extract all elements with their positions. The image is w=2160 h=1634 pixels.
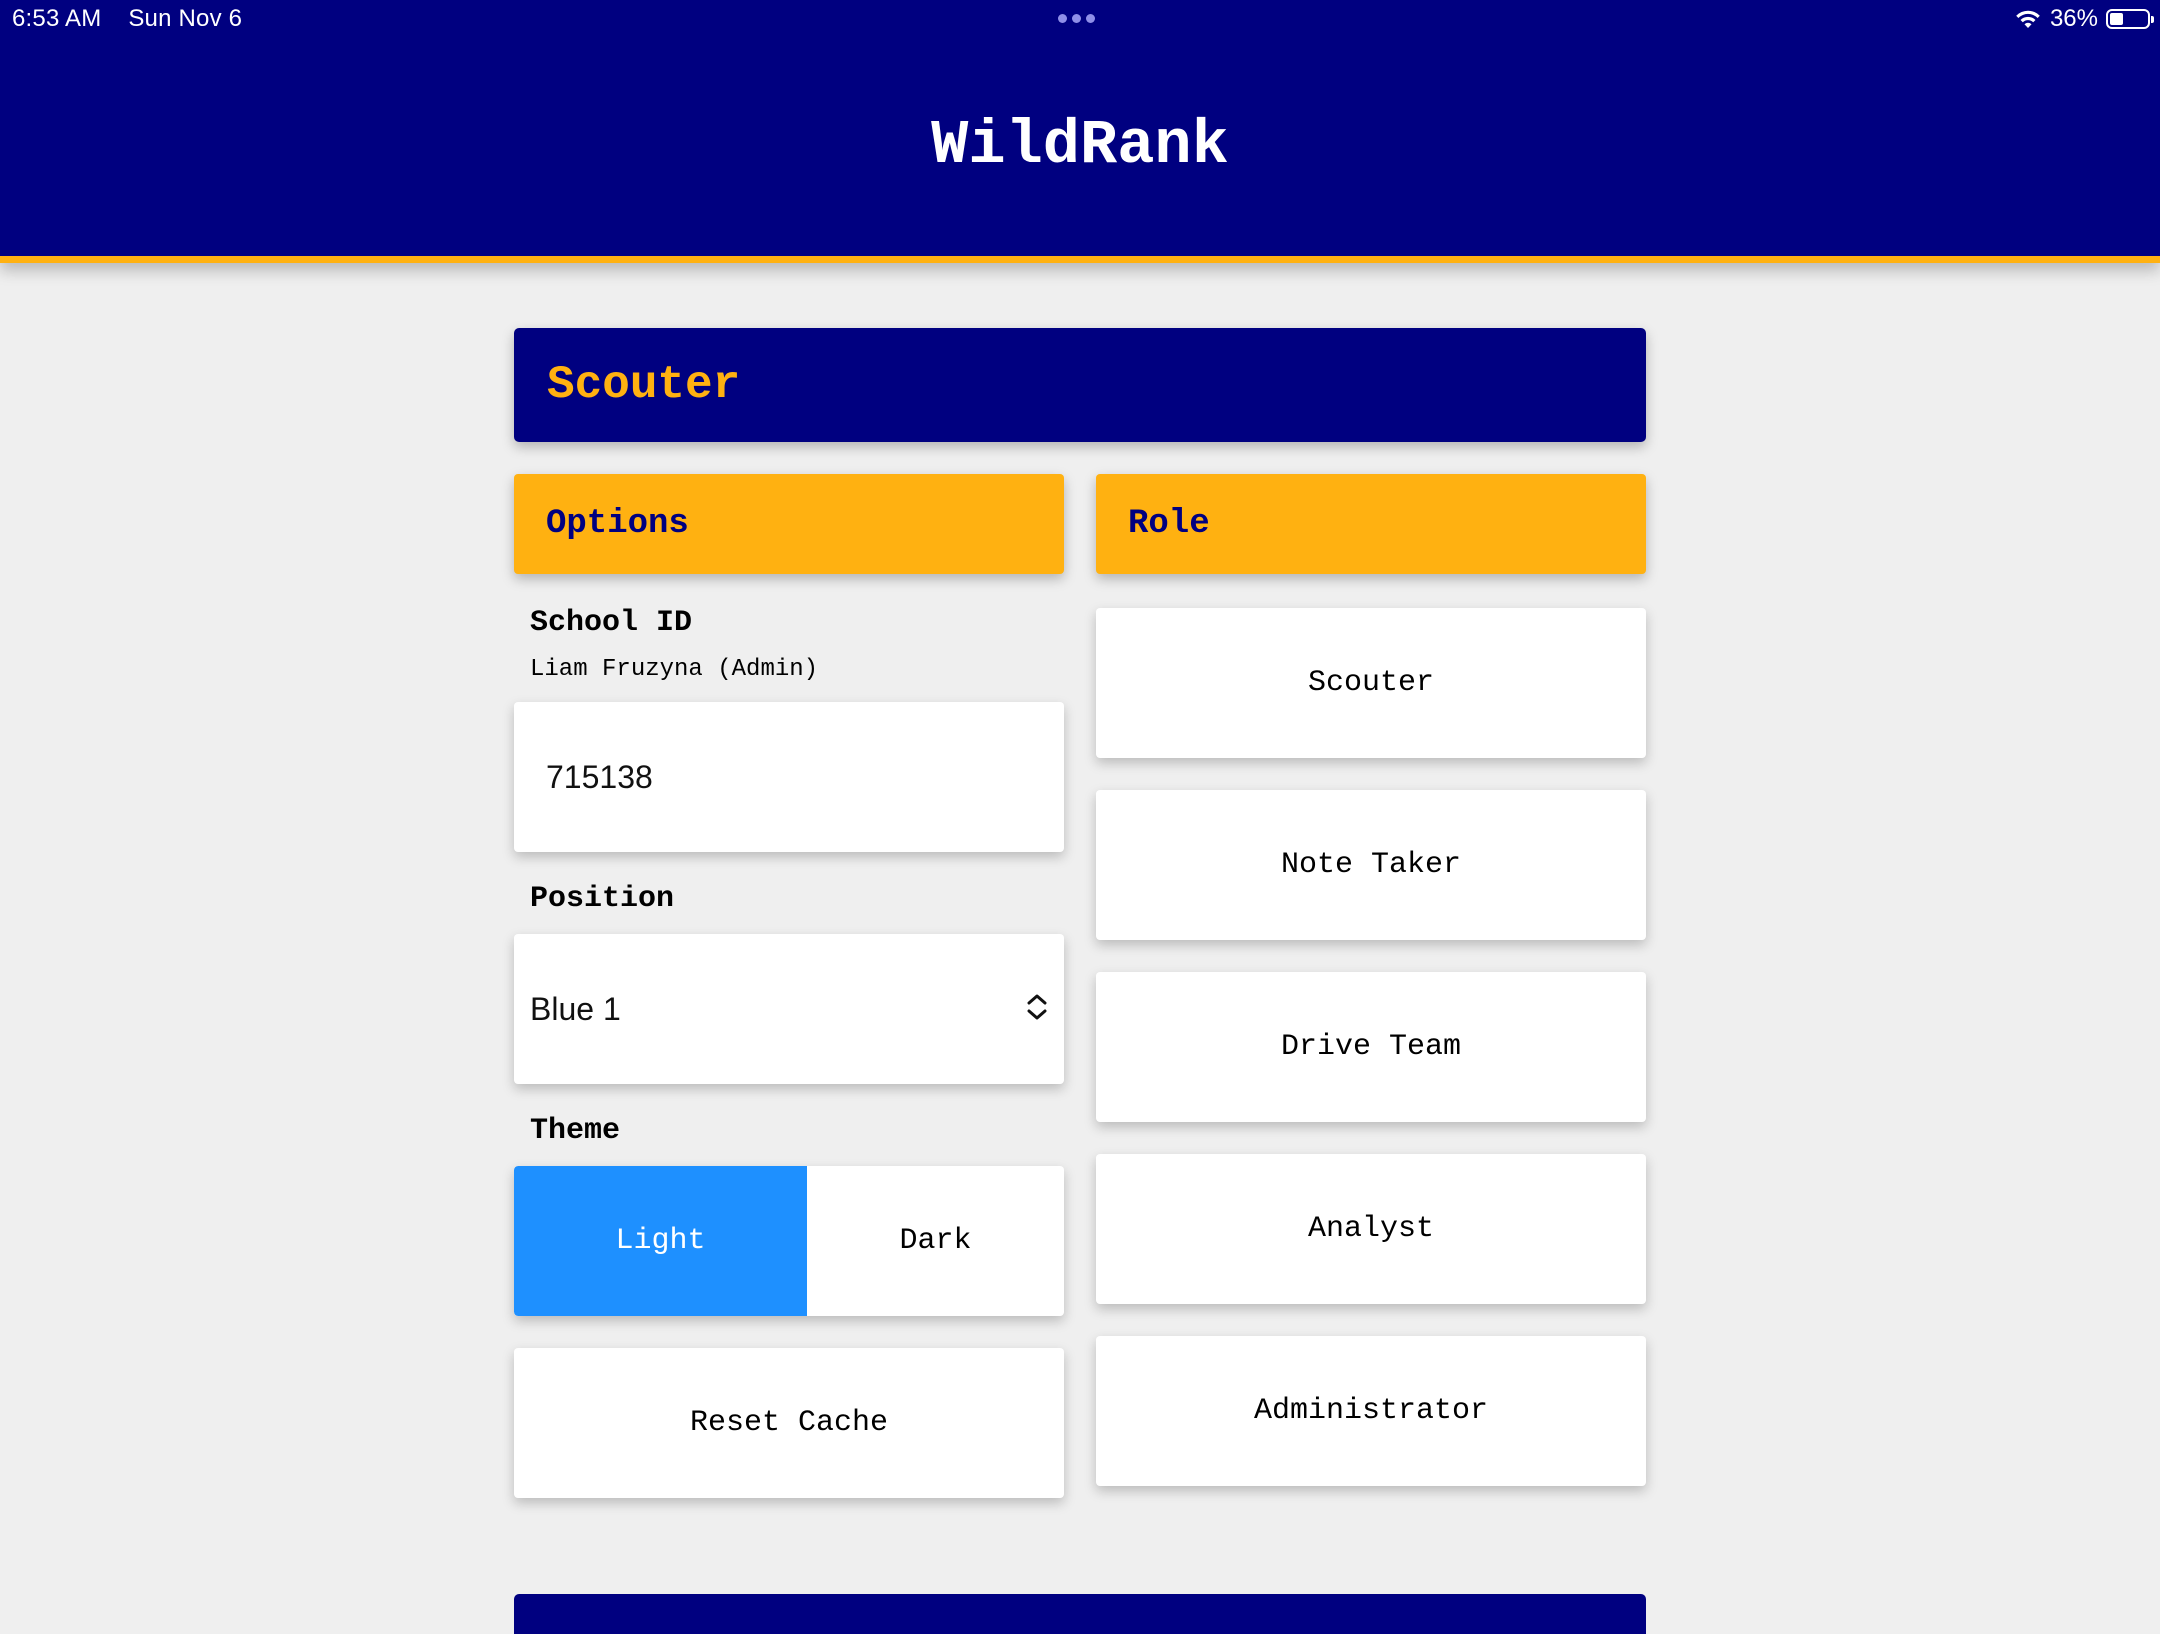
reset-cache-button[interactable]: Reset Cache <box>514 1348 1064 1498</box>
page-title: Scouter <box>514 328 1646 442</box>
position-select[interactable]: Blue 1 <box>514 934 1064 1084</box>
theme-label: Theme <box>530 1114 621 1148</box>
app-title: WildRank <box>931 110 1229 181</box>
school-id-input[interactable] <box>514 702 1064 852</box>
options-header: Options <box>514 474 1064 574</box>
role-analyst-button[interactable]: Analyst <box>1096 1154 1646 1304</box>
status-right: 36% <box>2014 5 2154 33</box>
role-scouter-button[interactable]: Scouter <box>1096 608 1646 758</box>
battery-icon <box>2106 9 2154 29</box>
role-note-taker-button[interactable]: Note Taker <box>1096 790 1646 940</box>
theme-toggle: Light Dark <box>514 1166 1064 1316</box>
wifi-icon <box>2016 10 2040 28</box>
position-label: Position <box>530 882 675 916</box>
role-drive-team-button[interactable]: Drive Team <box>1096 972 1646 1122</box>
position-selected-value: Blue 1 <box>530 990 621 1027</box>
next-section-banner <box>514 1594 1646 1634</box>
chevron-up-down-icon <box>1027 994 1047 1020</box>
school-id-field[interactable] <box>514 702 1064 852</box>
status-date: Sun Nov 6 <box>128 5 243 32</box>
role-header: Role <box>1096 474 1646 574</box>
status-bar: 6:53 AM Sun Nov 6 36% <box>0 0 2160 40</box>
status-time-date: 6:53 AM Sun Nov 6 <box>12 5 242 33</box>
role-administrator-button[interactable]: Administrator <box>1096 1336 1646 1486</box>
user-name: Liam Fruzyna (Admin) <box>530 656 819 683</box>
school-id-label: School ID <box>530 606 693 640</box>
theme-light-option[interactable]: Light <box>514 1166 807 1316</box>
theme-dark-option[interactable]: Dark <box>807 1166 1064 1316</box>
battery-percent: 36% <box>2049 5 2098 32</box>
status-time: 6:53 AM <box>12 5 102 32</box>
multitasking-dots-icon[interactable] <box>1058 14 1095 23</box>
